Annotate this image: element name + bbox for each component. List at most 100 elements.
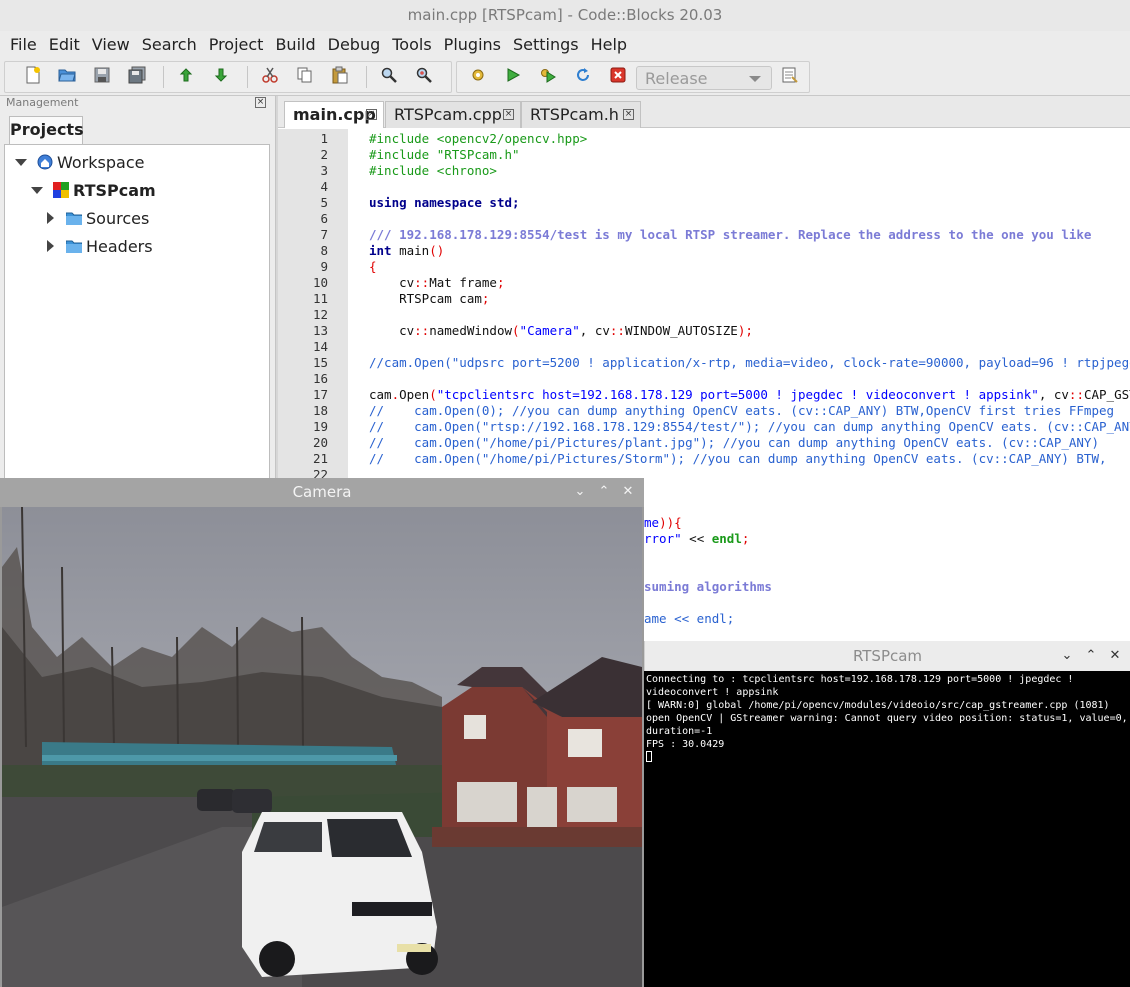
- build-log-icon[interactable]: [781, 66, 799, 84]
- code-line: #include "RTSPcam.h": [369, 147, 520, 162]
- new-file-icon[interactable]: [24, 66, 42, 84]
- code-token: ::: [1068, 387, 1084, 402]
- close-icon[interactable]: ×: [255, 97, 266, 108]
- line-number: 6: [320, 211, 328, 226]
- save-icon[interactable]: [93, 66, 111, 84]
- code-token: <<: [681, 531, 712, 546]
- code-token: << endl;: [666, 611, 735, 626]
- code-token: );: [737, 323, 753, 338]
- code-line: // cam.Open("/home/pi/Pictures/Storm"); …: [369, 451, 1107, 466]
- rebuild-icon[interactable]: [574, 66, 592, 84]
- code-token: ::: [609, 323, 625, 338]
- menu-tools[interactable]: Tools: [386, 31, 437, 58]
- menu-search[interactable]: Search: [136, 31, 203, 58]
- text-cursor: [646, 751, 652, 762]
- menu-file[interactable]: File: [4, 31, 43, 58]
- code-line: suming algorithms: [644, 579, 772, 594]
- code-token: main: [391, 243, 430, 258]
- code-line: ame << endl;: [644, 611, 734, 627]
- expand-arrow-icon[interactable]: [47, 240, 54, 252]
- code-token: ;: [496, 275, 505, 290]
- code-line: cv::Mat frame;: [369, 275, 504, 291]
- close-icon[interactable]: ×: [623, 109, 634, 120]
- minimize-icon[interactable]: ⌄: [1059, 648, 1075, 664]
- abort-icon[interactable]: [609, 66, 627, 84]
- save-all-icon[interactable]: [128, 66, 146, 84]
- code-line: #include <chrono>: [369, 163, 497, 178]
- tab-label: RTSPcam.h: [530, 105, 619, 124]
- expand-arrow-icon[interactable]: [15, 158, 27, 166]
- cut-icon[interactable]: [261, 66, 279, 84]
- terminal-title: RTSPcam: [852, 647, 923, 665]
- menu-bar: File Edit View Search Project Build Debu…: [0, 31, 1130, 58]
- maximize-icon[interactable]: ⌃: [596, 484, 612, 500]
- code-token: ::: [414, 275, 430, 290]
- code-line: me)){: [644, 515, 682, 531]
- close-icon[interactable]: ×: [503, 109, 514, 120]
- terminal-output-text: Connecting to : tcpclientsrc host=192.16…: [646, 674, 1128, 750]
- menu-build[interactable]: Build: [269, 31, 321, 58]
- menu-project[interactable]: Project: [203, 31, 270, 58]
- code-token: std;: [481, 195, 520, 210]
- tab-rtspcam-cpp[interactable]: RTSPcam.cpp ×: [385, 101, 521, 128]
- tab-label: main.cpp: [293, 105, 376, 124]
- menu-debug[interactable]: Debug: [322, 31, 387, 58]
- menu-view[interactable]: View: [86, 31, 136, 58]
- line-number: 21: [312, 451, 328, 466]
- minimize-icon[interactable]: ⌄: [572, 484, 588, 500]
- tree-item-headers[interactable]: Headers: [47, 235, 153, 257]
- workspace-label: Workspace: [57, 152, 145, 172]
- open-file-icon[interactable]: [58, 66, 76, 84]
- code-line: cv::namedWindow("Camera", cv::WINDOW_AUT…: [369, 323, 753, 339]
- build-and-run-icon[interactable]: [539, 66, 557, 84]
- project-tree: Workspace RTSPcam Sources Headers: [4, 144, 270, 494]
- camera-frame-image: [2, 507, 642, 987]
- replace-icon[interactable]: [415, 66, 433, 84]
- copy-icon[interactable]: [296, 66, 314, 84]
- find-icon[interactable]: [380, 66, 398, 84]
- management-title: Management: [6, 96, 79, 109]
- terminal-output: Connecting to : tcpclientsrc host=192.16…: [646, 673, 1128, 764]
- code-line: int main(): [369, 243, 444, 259]
- line-number: 2: [320, 147, 328, 162]
- close-icon[interactable]: ×: [366, 109, 377, 120]
- tree-item-project[interactable]: RTSPcam: [31, 179, 156, 201]
- camera-window-titlebar[interactable]: Camera ⌄ ⌃ ✕: [0, 478, 644, 507]
- menu-plugins[interactable]: Plugins: [438, 31, 507, 58]
- line-number: 16: [312, 371, 328, 386]
- tab-rtspcam-h[interactable]: RTSPcam.h ×: [521, 101, 641, 128]
- run-icon[interactable]: [504, 66, 522, 84]
- toolbar-separator: [247, 66, 248, 88]
- code-token: endl: [711, 531, 742, 546]
- code-line: rror" << endl;: [644, 531, 749, 547]
- undo-icon[interactable]: [177, 66, 195, 84]
- code-token: ::: [414, 323, 430, 338]
- toolbar-separator: [366, 66, 367, 88]
- menu-edit[interactable]: Edit: [43, 31, 86, 58]
- code-token: ame: [644, 611, 667, 626]
- code-token: (): [429, 243, 445, 258]
- close-icon[interactable]: ✕: [1107, 648, 1123, 664]
- menu-settings[interactable]: Settings: [507, 31, 585, 58]
- line-number: 3: [320, 163, 328, 178]
- redo-icon[interactable]: [212, 66, 230, 84]
- code-token: "Camera": [519, 323, 580, 338]
- tree-item-workspace[interactable]: Workspace: [15, 151, 144, 173]
- expand-arrow-icon[interactable]: [31, 186, 43, 194]
- management-panel: Management × Projects Workspace RTSPcam …: [0, 96, 276, 496]
- menu-help[interactable]: Help: [585, 31, 633, 58]
- build-icon[interactable]: [469, 66, 487, 84]
- terminal-titlebar[interactable]: RTSPcam ⌄ ⌃ ✕: [644, 641, 1130, 671]
- sources-label: Sources: [86, 208, 150, 228]
- tab-main-cpp[interactable]: main.cpp ×: [284, 101, 384, 128]
- paste-icon[interactable]: [331, 66, 349, 84]
- expand-arrow-icon[interactable]: [47, 212, 54, 224]
- line-number: 17: [312, 387, 328, 402]
- close-icon[interactable]: ✕: [620, 484, 636, 500]
- tab-projects[interactable]: Projects: [9, 116, 84, 144]
- maximize-icon[interactable]: ⌃: [1083, 648, 1099, 664]
- build-target-select[interactable]: Release: [636, 66, 772, 90]
- line-number: 9: [320, 259, 328, 274]
- tree-item-sources[interactable]: Sources: [47, 207, 149, 229]
- code-token: rror": [644, 531, 682, 546]
